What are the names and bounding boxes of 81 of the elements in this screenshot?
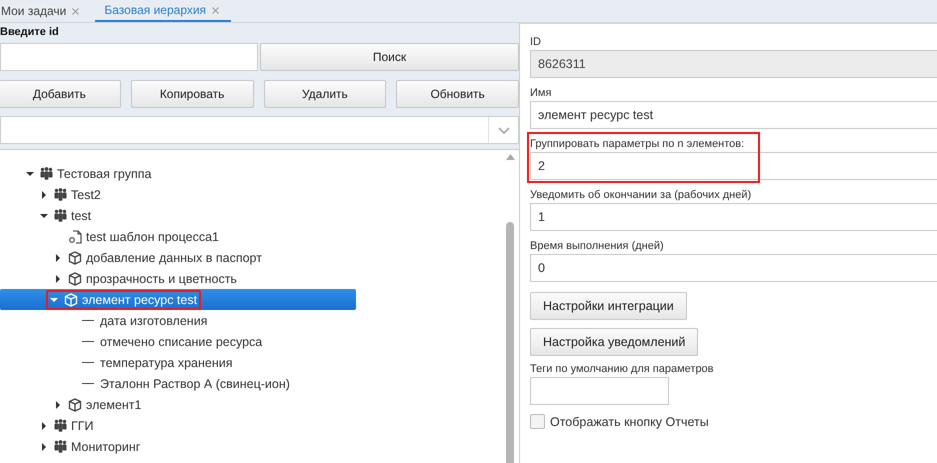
tree-item-label: элемент1 bbox=[86, 398, 142, 412]
action-button[interactable]: Копировать bbox=[130, 80, 254, 108]
tree-item-label: Test2 bbox=[71, 188, 101, 202]
search-button[interactable]: Поиск bbox=[260, 43, 519, 71]
tree-item-label: Эталонн Раствор А (свинец-ион) bbox=[100, 376, 290, 390]
tree-item-label: test bbox=[71, 208, 92, 222]
field-label: Уведомить об окончании за (рабочих дней) bbox=[530, 188, 752, 202]
expand-arrow-icon[interactable] bbox=[54, 254, 62, 262]
action-button[interactable]: Добавить bbox=[0, 80, 121, 108]
tree-item[interactable]: отмечено списание ресурса bbox=[0, 331, 356, 352]
tree-item[interactable]: Test2 bbox=[0, 184, 356, 205]
field-label: Группировать параметры по n элементов: bbox=[530, 136, 746, 152]
field-label: Время выполнения (дней) bbox=[530, 238, 665, 254]
people-group-icon bbox=[54, 419, 67, 432]
input-field[interactable]: 8626311 bbox=[530, 50, 937, 78]
tree-item-label: ГГИ bbox=[71, 418, 94, 432]
tree-item-label: элемент ресурс test bbox=[82, 292, 198, 306]
people-group-icon bbox=[54, 440, 67, 453]
scroll-up-arrow-icon[interactable] bbox=[506, 154, 514, 160]
input-field[interactable] bbox=[530, 377, 669, 405]
collapse-arrow-icon[interactable] bbox=[26, 170, 34, 178]
expand-arrow-icon[interactable] bbox=[54, 274, 62, 282]
expand-arrow-icon[interactable] bbox=[40, 190, 48, 198]
tree-item[interactable]: ГГИ bbox=[0, 415, 356, 436]
tree-item-label: дата изготовления bbox=[100, 314, 208, 328]
tree-item[interactable]: test bbox=[0, 205, 356, 226]
dropdown-field[interactable] bbox=[0, 116, 519, 144]
tree-item[interactable]: добавление данных в паспорт bbox=[0, 247, 356, 268]
expand-arrow-icon[interactable] bbox=[54, 400, 62, 408]
tree-item[interactable]: дата изготовления bbox=[0, 310, 356, 331]
settings-button[interactable]: Настройка уведомлений bbox=[530, 328, 698, 356]
scroll-thumb[interactable] bbox=[506, 222, 514, 463]
field-label: Введите id bbox=[0, 25, 60, 40]
dash-icon bbox=[82, 320, 94, 322]
tree-item-label: Мониторинг bbox=[71, 440, 140, 454]
dash-icon bbox=[82, 340, 94, 342]
tab[interactable]: Базовая иерархия bbox=[95, 0, 232, 22]
tree-item[interactable]: элемент ресурс test bbox=[0, 289, 356, 310]
expand-arrow-icon[interactable] bbox=[40, 422, 48, 430]
settings-button[interactable]: Настройки интеграции bbox=[530, 292, 687, 320]
dash-icon bbox=[82, 382, 94, 384]
tree-item[interactable]: Тестовая группа bbox=[0, 163, 356, 184]
expand-arrow-icon[interactable] bbox=[40, 442, 48, 450]
tree-item-label: добавление данных в паспорт bbox=[86, 250, 262, 264]
cube-icon bbox=[68, 398, 82, 412]
input-field[interactable]: 1 bbox=[530, 203, 937, 231]
cube-icon bbox=[68, 250, 82, 264]
field-label: Имя bbox=[530, 86, 552, 100]
action-button[interactable]: Обновить bbox=[396, 80, 519, 108]
tree-item[interactable]: температура хранения bbox=[0, 352, 356, 373]
input-field[interactable]: элемент ресурс test bbox=[530, 101, 937, 129]
tree-item[interactable]: Мониторинг bbox=[0, 436, 356, 457]
close-icon[interactable] bbox=[212, 6, 220, 14]
chevron-down-icon[interactable] bbox=[498, 126, 510, 134]
tree-item[interactable]: Эталонн Раствор А (свинец-ион) bbox=[0, 373, 356, 394]
tab[interactable]: Мои задачи bbox=[0, 0, 90, 22]
field-label: ID bbox=[530, 34, 542, 50]
tree-item-label: прозрачность и цветность bbox=[86, 272, 237, 286]
field-label: Теги по умолчанию для параметров bbox=[530, 362, 715, 376]
people-group-icon bbox=[40, 167, 53, 180]
collapse-arrow-icon[interactable] bbox=[40, 212, 48, 220]
people-group-icon bbox=[54, 188, 67, 201]
tree-item-label: Тестовая группа bbox=[57, 166, 152, 180]
cube-icon bbox=[68, 272, 82, 286]
tree-item[interactable]: элемент1 bbox=[0, 394, 356, 415]
close-icon[interactable] bbox=[72, 8, 80, 14]
tree-item-label: отмечено списание ресурса bbox=[100, 334, 262, 348]
cube-icon bbox=[64, 292, 78, 306]
dash-icon bbox=[82, 362, 94, 364]
checkbox-label: Отображать кнопку Отчеты bbox=[550, 414, 709, 428]
input-field[interactable]: 2 bbox=[530, 152, 937, 180]
scrollbar[interactable] bbox=[505, 154, 515, 463]
checkbox[interactable] bbox=[530, 414, 545, 429]
tree-item-label: температура хранения bbox=[100, 356, 232, 370]
tree-item[interactable]: test шаблон процесса1 bbox=[0, 226, 356, 247]
action-button[interactable]: Удалить bbox=[264, 80, 386, 108]
tree-item-label: test шаблон процесса1 bbox=[86, 230, 220, 244]
id-input-field[interactable] bbox=[0, 43, 258, 71]
input-field[interactable]: 0 bbox=[530, 254, 937, 282]
tree-item[interactable]: прозрачность и цветность bbox=[0, 268, 356, 289]
people-group-icon bbox=[54, 209, 67, 222]
